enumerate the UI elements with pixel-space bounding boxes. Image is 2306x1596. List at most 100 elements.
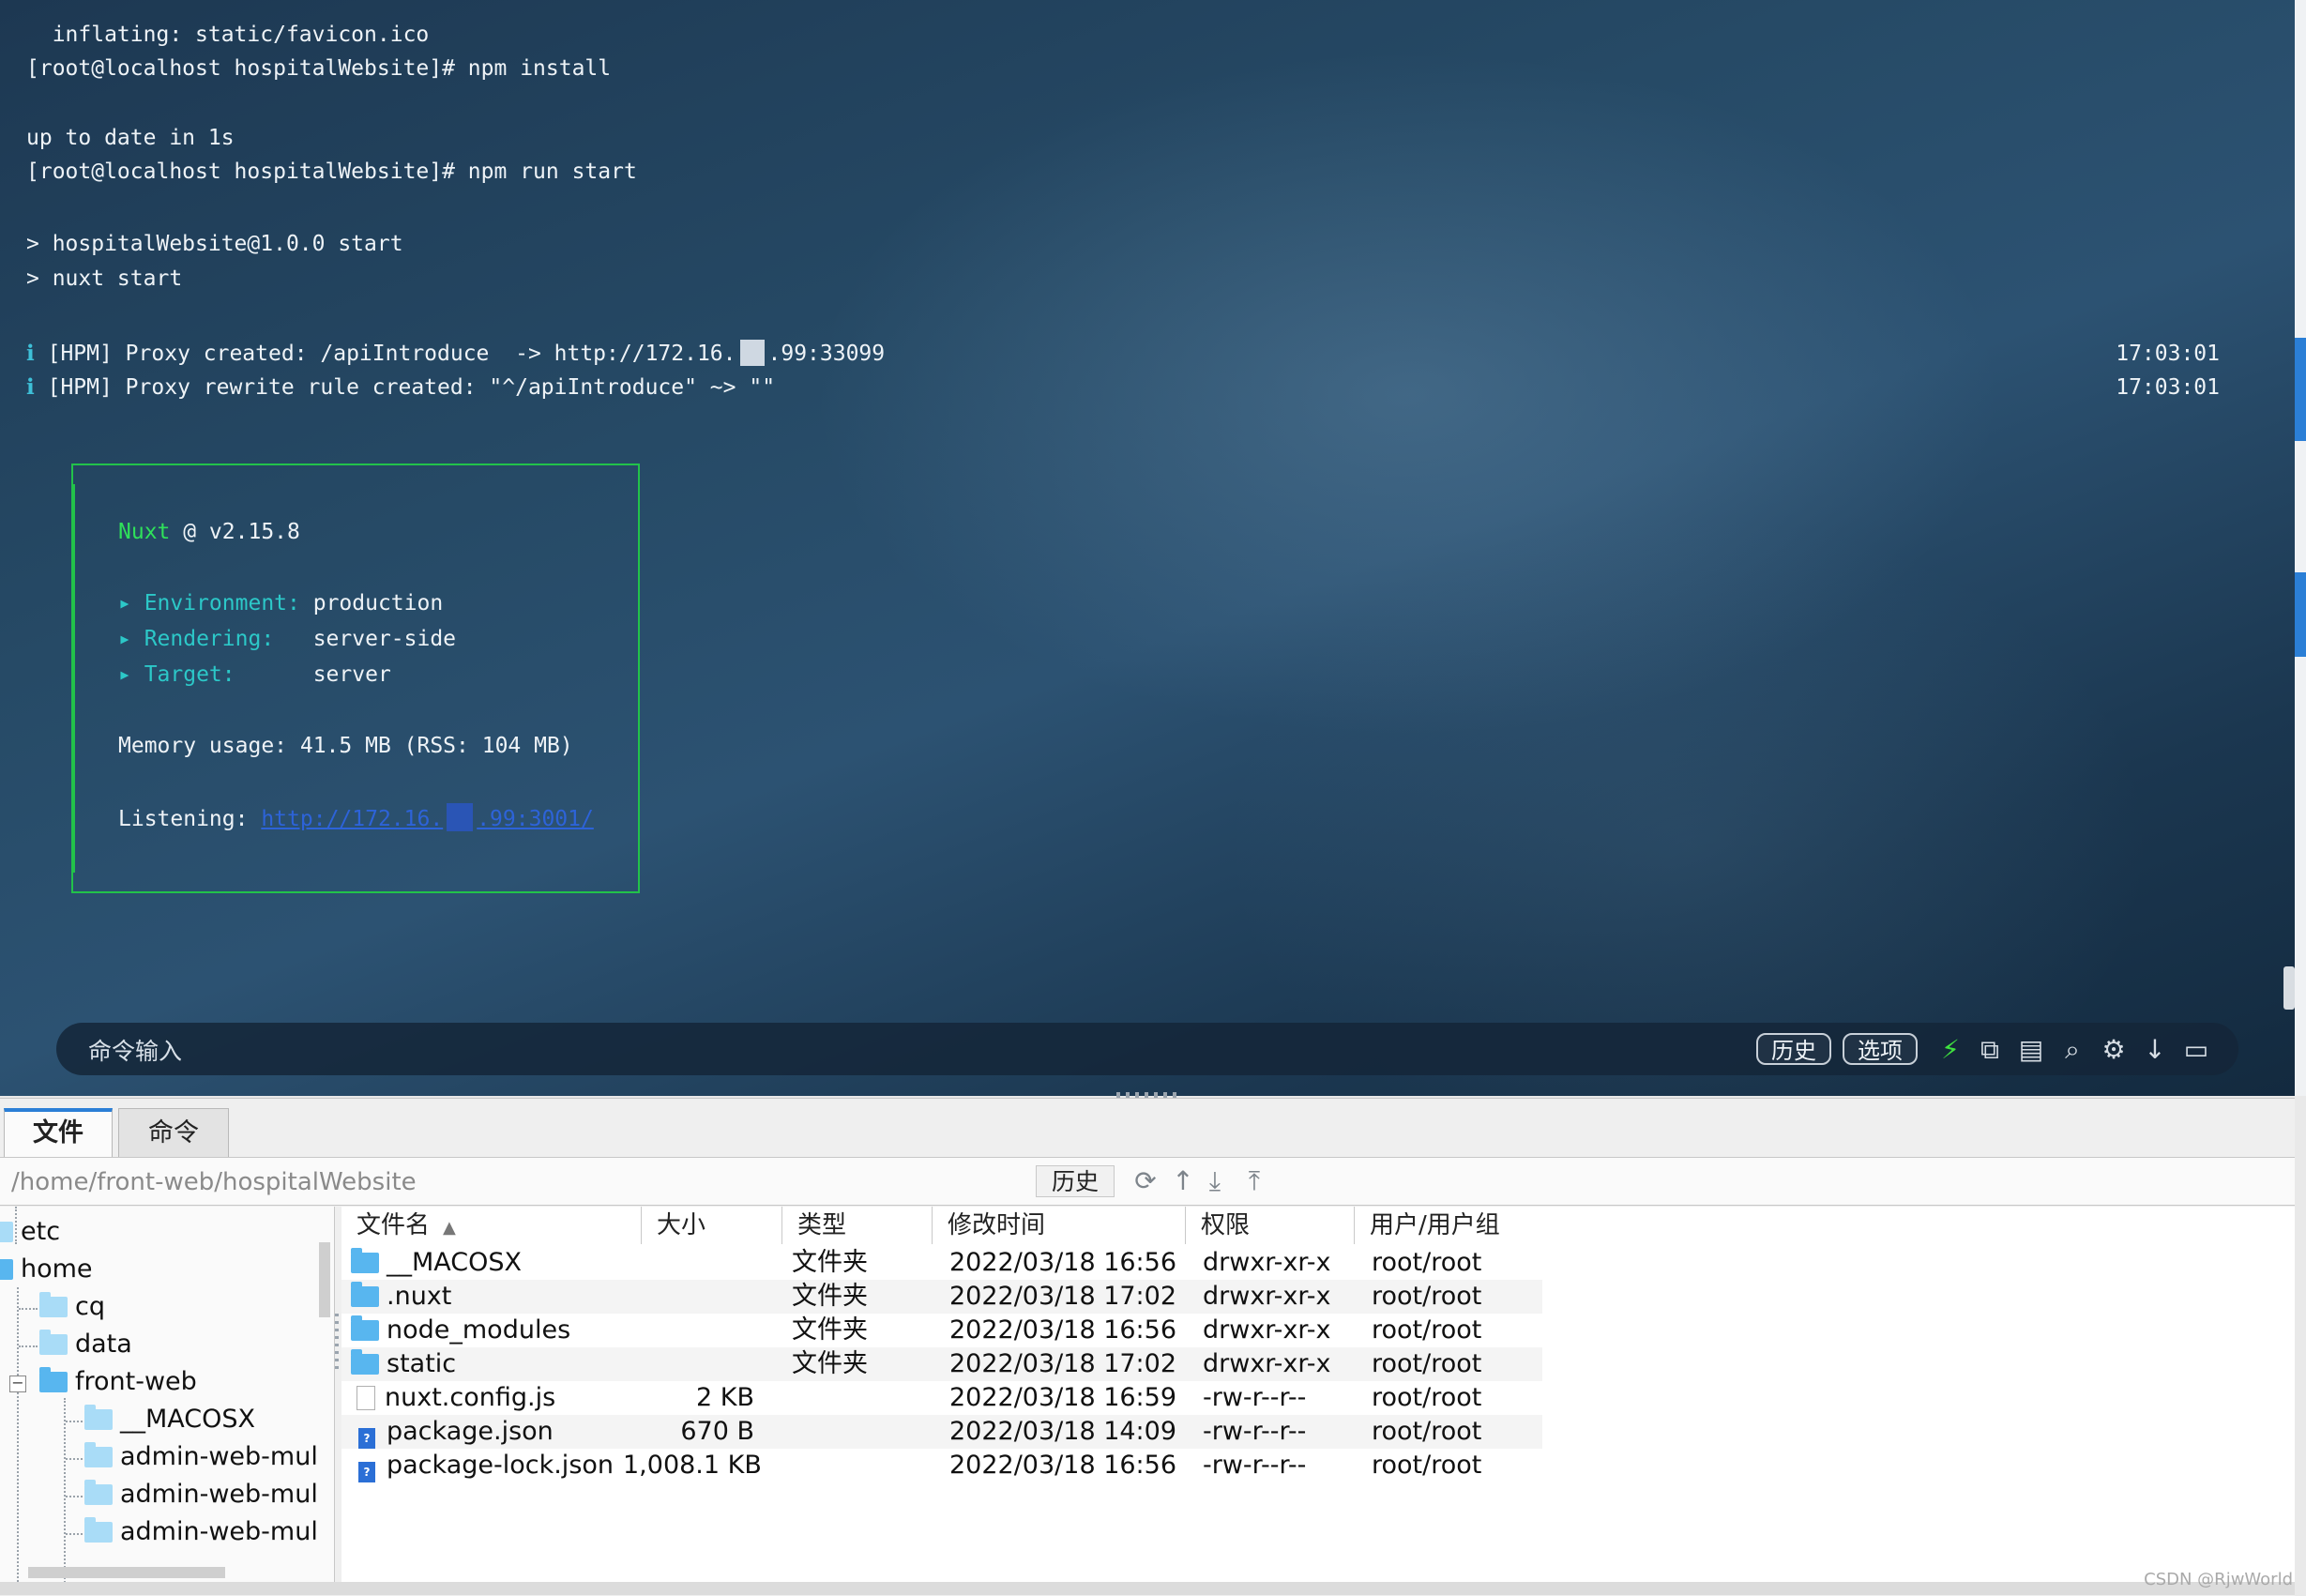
path-input[interactable] bbox=[9, 1165, 1026, 1199]
file-owner: root/root bbox=[1372, 1248, 1482, 1277]
options-button[interactable]: 选项 bbox=[1843, 1033, 1918, 1065]
column-header-name[interactable]: 文件名 ▲ bbox=[341, 1207, 642, 1244]
file-name-cell: ? package-lock.json bbox=[351, 1449, 614, 1482]
file-name: nuxt.config.js bbox=[385, 1383, 556, 1412]
terminal-line: [root@localhost hospitalWebsite]# npm in… bbox=[26, 56, 612, 81]
nuxt-version: @ v2.15.8 bbox=[170, 520, 300, 544]
download-icon[interactable]: ⤓ bbox=[1199, 1165, 1231, 1197]
rendering-line: ▸ Rendering: server-side bbox=[118, 625, 456, 653]
file-type: 文件夹 bbox=[792, 1282, 868, 1311]
refresh-icon[interactable]: ⟳ bbox=[1130, 1165, 1161, 1197]
tree-item[interactable]: admin-web-mul bbox=[84, 1516, 318, 1548]
file-modified: 2022/03/18 16:59 bbox=[949, 1383, 1177, 1412]
command-input[interactable] bbox=[86, 1036, 1216, 1066]
lightning-icon[interactable]: ⚡ bbox=[1934, 1034, 1966, 1066]
folder-icon bbox=[39, 1367, 68, 1392]
table-row[interactable]: nuxt.config.js 2 KB 2022/03/18 16:59 -rw… bbox=[341, 1381, 1542, 1415]
folder-icon bbox=[39, 1330, 68, 1355]
tree-item[interactable]: front-web bbox=[39, 1366, 197, 1398]
column-header-label: 文件名 bbox=[357, 1211, 431, 1239]
tree-item[interactable]: admin-web-mul bbox=[84, 1479, 318, 1511]
file-table: 文件名 ▲ 大小 类型 修改时间 权限 用户/用户组 __MACOSX 文件夹 2… bbox=[341, 1207, 2295, 1582]
tree-item[interactable]: home bbox=[0, 1254, 93, 1285]
file-owner: root/root bbox=[1372, 1383, 1482, 1412]
terminal-scrollbar[interactable] bbox=[2283, 966, 2295, 1010]
listening-url-host: http://172.16. bbox=[261, 807, 444, 831]
file-type: 文件夹 bbox=[792, 1248, 868, 1277]
watermark: CSDN @RjwWorld bbox=[2144, 1570, 2293, 1589]
tree-item[interactable]: __MACOSX bbox=[84, 1404, 255, 1436]
proxy-rewrite-line: ℹ [HPM] Proxy rewrite rule created: "^/a… bbox=[26, 373, 775, 402]
proxy-created-line: ℹ [HPM] Proxy created: /apiIntroduce -> … bbox=[26, 340, 885, 368]
proxy-created-port: .99:33099 bbox=[767, 342, 886, 366]
folder-icon bbox=[84, 1480, 113, 1505]
tree-item-label: data bbox=[75, 1330, 132, 1359]
file-icon bbox=[357, 1386, 375, 1410]
target-value: server bbox=[235, 662, 391, 687]
rendering-label: ▸ Rendering: bbox=[118, 627, 275, 651]
tree-guide bbox=[64, 1398, 66, 1582]
window-icon[interactable]: ▭ bbox=[2180, 1034, 2212, 1066]
window-edge bbox=[2295, 0, 2306, 1096]
tree-item-label: front-web bbox=[75, 1367, 197, 1396]
file-modified: 2022/03/18 17:02 bbox=[949, 1282, 1177, 1311]
file-name: package.json bbox=[387, 1417, 554, 1446]
search-icon[interactable]: ⌕ bbox=[2056, 1034, 2088, 1066]
column-header-type[interactable]: 类型 bbox=[782, 1207, 933, 1244]
column-header-modified[interactable]: 修改时间 bbox=[933, 1207, 1186, 1244]
file-name: package-lock.json bbox=[387, 1451, 614, 1480]
table-row[interactable]: ? package.json 670 B 2022/03/18 14:09 -rw… bbox=[341, 1415, 1542, 1449]
file-name-cell: ? package.json bbox=[351, 1415, 554, 1449]
listening-url[interactable]: http://172.16. .99:3001/ bbox=[261, 803, 594, 831]
arrow-down-icon[interactable]: ↓ bbox=[2139, 1034, 2171, 1066]
table-row[interactable]: __MACOSX 文件夹 2022/03/18 16:56 drwxr-xr-x… bbox=[341, 1246, 1542, 1280]
collapse-toggle[interactable]: − bbox=[9, 1376, 26, 1392]
upload-icon[interactable]: ⤒ bbox=[1238, 1165, 1270, 1197]
vertical-splitter-handle[interactable] bbox=[335, 1314, 339, 1370]
tree-item[interactable]: data bbox=[39, 1329, 132, 1360]
nuxt-name: Nuxt bbox=[118, 520, 171, 544]
file-name: .nuxt bbox=[387, 1282, 452, 1311]
table-row[interactable]: ? package-lock.json 1,008.1 KB 2022/03/18… bbox=[341, 1449, 1542, 1482]
tree-item[interactable]: cq bbox=[39, 1291, 105, 1323]
tab-files[interactable]: 文件 bbox=[4, 1108, 113, 1157]
gear-icon[interactable]: ⚙ bbox=[2098, 1034, 2130, 1066]
timestamp: 17:03:01 bbox=[2116, 342, 2220, 366]
paste-icon[interactable]: ▤ bbox=[2015, 1034, 2047, 1066]
table-row[interactable]: .nuxt 文件夹 2022/03/18 17:02 drwxr-xr-x ro… bbox=[341, 1280, 1542, 1314]
environment-line: ▸ Environment: production bbox=[118, 589, 443, 617]
tree-item[interactable]: etc bbox=[0, 1216, 60, 1248]
tree-vertical-scrollbar[interactable] bbox=[319, 1242, 330, 1317]
tab-commands[interactable]: 命令 bbox=[118, 1108, 229, 1157]
listening-line: Listening: http://172.16. .99:3001/ bbox=[118, 803, 594, 833]
file-modified: 2022/03/18 17:02 bbox=[949, 1349, 1177, 1378]
tree-item[interactable]: admin-web-mul bbox=[84, 1441, 318, 1473]
table-row[interactable]: static 文件夹 2022/03/18 17:02 drwxr-xr-x r… bbox=[341, 1347, 1542, 1381]
copy-icon[interactable]: ⧉ bbox=[1974, 1034, 2006, 1066]
column-header-owner[interactable]: 用户/用户组 bbox=[1355, 1207, 1542, 1244]
tree-horizontal-scrollbar[interactable] bbox=[28, 1567, 225, 1578]
history-button[interactable]: 历史 bbox=[1756, 1033, 1831, 1065]
file-name: node_modules bbox=[387, 1315, 571, 1345]
directory-tree[interactable]: etc home cq data − front-web __MACOSX ad… bbox=[0, 1207, 335, 1582]
tree-guide bbox=[66, 1458, 83, 1460]
redaction-block bbox=[739, 340, 765, 366]
column-header-permissions[interactable]: 权限 bbox=[1186, 1207, 1355, 1244]
file-modified: 2022/03/18 16:56 bbox=[949, 1451, 1177, 1480]
table-row[interactable]: node_modules 文件夹 2022/03/18 16:56 drwxr-… bbox=[341, 1314, 1542, 1347]
memory-line: Memory usage: 41.5 MB (RSS: 104 MB) bbox=[118, 734, 573, 758]
file-owner: root/root bbox=[1372, 1282, 1482, 1311]
tree-guide bbox=[19, 1308, 38, 1310]
file-name-cell: static bbox=[351, 1347, 456, 1381]
path-history-button[interactable]: 历史 bbox=[1036, 1165, 1115, 1197]
info-icon: ℹ bbox=[26, 342, 35, 366]
proxy-rewrite-text: [HPM] Proxy rewrite rule created: "^/api… bbox=[34, 375, 776, 400]
up-directory-icon[interactable]: ↑ bbox=[1167, 1165, 1199, 1197]
folder-icon bbox=[0, 1222, 13, 1242]
folder-icon bbox=[351, 1349, 379, 1375]
file-owner: root/root bbox=[1372, 1349, 1482, 1378]
column-header-size[interactable]: 大小 bbox=[642, 1207, 782, 1244]
file-modified: 2022/03/18 14:09 bbox=[949, 1417, 1177, 1446]
folder-icon bbox=[84, 1517, 113, 1543]
terminal-pane[interactable]: inflating: static/favicon.ico [root@loca… bbox=[0, 0, 2295, 1096]
